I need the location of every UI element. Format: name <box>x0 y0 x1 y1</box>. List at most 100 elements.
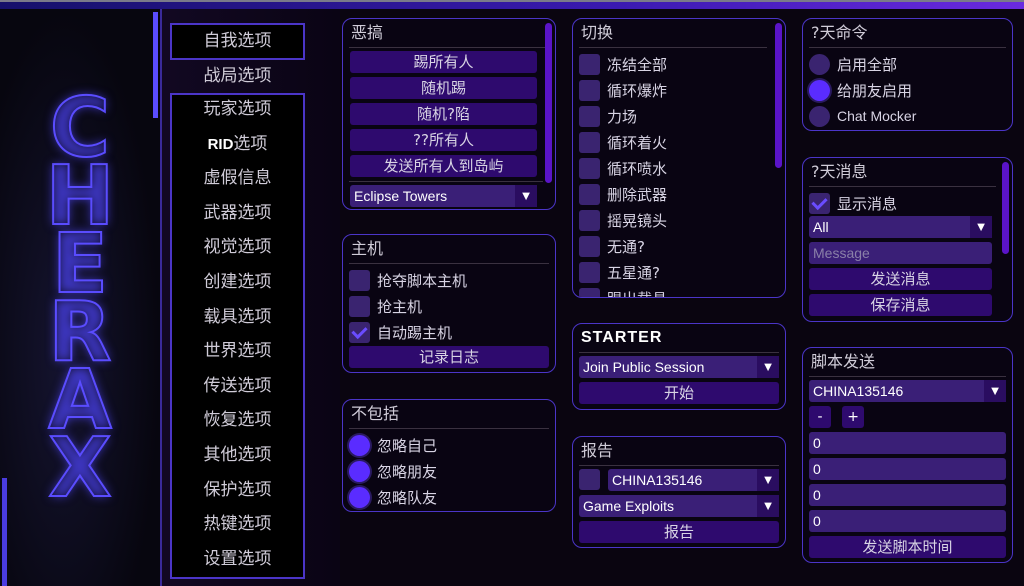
scrollbar[interactable] <box>545 23 552 183</box>
log-button[interactable]: 记录日志 <box>349 346 549 368</box>
kick-all-button[interactable]: 踢所有人 <box>350 51 537 73</box>
toggle-option[interactable]: 循环喷水 <box>579 155 779 181</box>
chat-command-option[interactable]: 启用全部 <box>809 51 1006 77</box>
sidebar-item[interactable]: 热键选项 <box>170 507 305 541</box>
sidebar-item[interactable]: 保护选项 <box>170 473 305 507</box>
toggle-radio[interactable] <box>349 460 370 482</box>
panel-title: ?天命令 <box>809 19 1006 48</box>
checkbox[interactable] <box>579 131 600 153</box>
sidebar-item[interactable]: 自我选项 <box>170 24 305 58</box>
panel-title: 脚本发送 <box>809 348 1006 377</box>
show-message-option[interactable]: 显示消息 <box>809 190 992 216</box>
sidebar-nav: 自我选项 战局选项 玩家选项 RID选项 虚假信息 武器选项 视觉选项 创建选项 载具选项 世界选… <box>160 9 340 586</box>
checkbox[interactable] <box>579 469 600 490</box>
sidebar-item[interactable]: 设置选项 <box>170 542 305 576</box>
host-option[interactable]: 抢主机 <box>349 293 549 319</box>
host-option[interactable]: 抢夺脚本主机 <box>349 267 549 293</box>
checkbox-checked[interactable] <box>349 321 370 343</box>
sidebar-item[interactable]: 武器选项 <box>170 196 305 230</box>
checkbox[interactable] <box>579 235 600 257</box>
sidebar-item[interactable]: 创建选项 <box>170 265 305 299</box>
report-button[interactable]: 报告 <box>579 521 779 543</box>
sidebar-item[interactable]: 恢复选项 <box>170 403 305 437</box>
sidebar-item[interactable]: 战局选项 <box>170 59 305 93</box>
option-label: 循环爆炸 <box>607 81 668 100</box>
random-trap-button[interactable]: 随机?陷 <box>350 103 537 125</box>
value-input[interactable]: 0 <box>809 432 1006 454</box>
panel-title: 不包括 <box>349 400 549 429</box>
option-label: 删除武器 <box>607 185 668 204</box>
toggle-option[interactable]: 冻结全部 <box>579 51 779 77</box>
checkbox[interactable] <box>579 79 600 101</box>
host-option[interactable]: 自动踢主机 <box>349 319 549 345</box>
scrollbar[interactable] <box>2 478 7 586</box>
send-message-button[interactable]: 发送消息 <box>809 268 992 290</box>
exclude-option[interactable]: 忽略队友 <box>349 484 549 510</box>
message-input[interactable]: Message <box>809 242 992 264</box>
exclude-panel: 不包括 忽略自己 忽略朋友 忽略队友 <box>342 399 556 512</box>
checkbox[interactable] <box>579 261 600 283</box>
sidebar-item[interactable]: RID选项 <box>170 127 305 161</box>
panel-title: 切换 <box>579 19 767 48</box>
toggle-option[interactable]: 无通? <box>579 233 779 259</box>
sidebar-item[interactable]: 视觉选项 <box>170 230 305 264</box>
scrollbar[interactable] <box>1002 162 1009 254</box>
toggle-option[interactable]: 力场 <box>579 103 779 129</box>
dropdown-value: Eclipse Towers <box>354 188 448 204</box>
checkbox[interactable] <box>579 157 600 179</box>
send-all-to-island-button[interactable]: 发送所有人到岛屿 <box>350 155 537 177</box>
sidebar-item[interactable]: 虚假信息 <box>170 161 305 195</box>
value-input[interactable]: 0 <box>809 484 1006 506</box>
session-dropdown[interactable]: Join Public Session ▼ <box>579 356 779 378</box>
scrollbar[interactable] <box>153 12 158 118</box>
random-kick-button[interactable]: 随机踢 <box>350 77 537 99</box>
panel-title: 恶搞 <box>349 19 549 48</box>
player-dropdown[interactable]: CHINA135146 ▼ <box>608 469 779 491</box>
checkbox[interactable] <box>579 183 600 205</box>
toggle-option[interactable]: 五星通? <box>579 259 779 285</box>
all-players-button[interactable]: ??所有人 <box>350 129 537 151</box>
toggle-radio[interactable] <box>809 53 830 75</box>
toggle-radio[interactable] <box>809 79 830 101</box>
start-button[interactable]: 开始 <box>579 382 779 404</box>
sidebar-item[interactable]: 世界选项 <box>170 334 305 368</box>
toggle-radio[interactable] <box>349 434 370 456</box>
checkbox[interactable] <box>349 295 370 317</box>
toggle-option[interactable]: 踢出载具 <box>579 285 779 297</box>
option-label: 给朋友启用 <box>837 81 913 100</box>
save-message-button[interactable]: 保存消息 <box>809 294 992 316</box>
value-input[interactable]: 0 <box>809 458 1006 480</box>
exclude-option[interactable]: 忽略朋友 <box>349 458 549 484</box>
reason-dropdown[interactable]: Game Exploits ▼ <box>579 495 779 517</box>
player-dropdown[interactable]: CHINA135146 ▼ <box>809 380 1006 402</box>
sidebar-item[interactable]: 玩家选项 <box>170 92 305 126</box>
toggle-option[interactable]: 循环爆炸 <box>579 77 779 103</box>
toggle-radio[interactable] <box>349 486 370 508</box>
location-dropdown[interactable]: Eclipse Towers ▼ <box>350 185 537 207</box>
option-label: 无通? <box>607 237 645 256</box>
send-script-event-button[interactable]: 发送脚本时间 <box>809 536 1006 558</box>
host-panel: 主机 抢夺脚本主机 抢主机 自动踢主机 记录日志 <box>342 234 556 373</box>
checkbox[interactable] <box>579 53 600 75</box>
chat-command-option[interactable]: Chat Mocker <box>809 103 1006 129</box>
toggle-radio[interactable] <box>809 105 830 127</box>
checkbox[interactable] <box>579 105 600 127</box>
toggle-option[interactable]: 删除武器 <box>579 181 779 207</box>
checkbox[interactable] <box>579 209 600 231</box>
sidebar-item[interactable]: 载具选项 <box>170 300 305 334</box>
increment-button[interactable]: + <box>842 406 865 428</box>
decrement-button[interactable]: - <box>809 406 831 428</box>
checkbox[interactable] <box>579 287 600 297</box>
toggle-option[interactable]: 循环着火 <box>579 129 779 155</box>
scrollbar[interactable] <box>775 23 782 168</box>
target-dropdown[interactable]: All ▼ <box>809 216 992 238</box>
toggle-option[interactable]: 摇晃镜头 <box>579 207 779 233</box>
chat-command-option[interactable]: 给朋友启用 <box>809 77 1006 103</box>
checkbox[interactable] <box>349 269 370 291</box>
value-input[interactable]: 0 <box>809 510 1006 532</box>
sidebar-item[interactable]: 其他选项 <box>170 438 305 472</box>
sidebar-item[interactable]: 传送选项 <box>170 369 305 403</box>
option-label: 忽略朋友 <box>377 462 438 481</box>
checkbox-checked[interactable] <box>809 192 830 214</box>
exclude-option[interactable]: 忽略自己 <box>349 432 549 458</box>
